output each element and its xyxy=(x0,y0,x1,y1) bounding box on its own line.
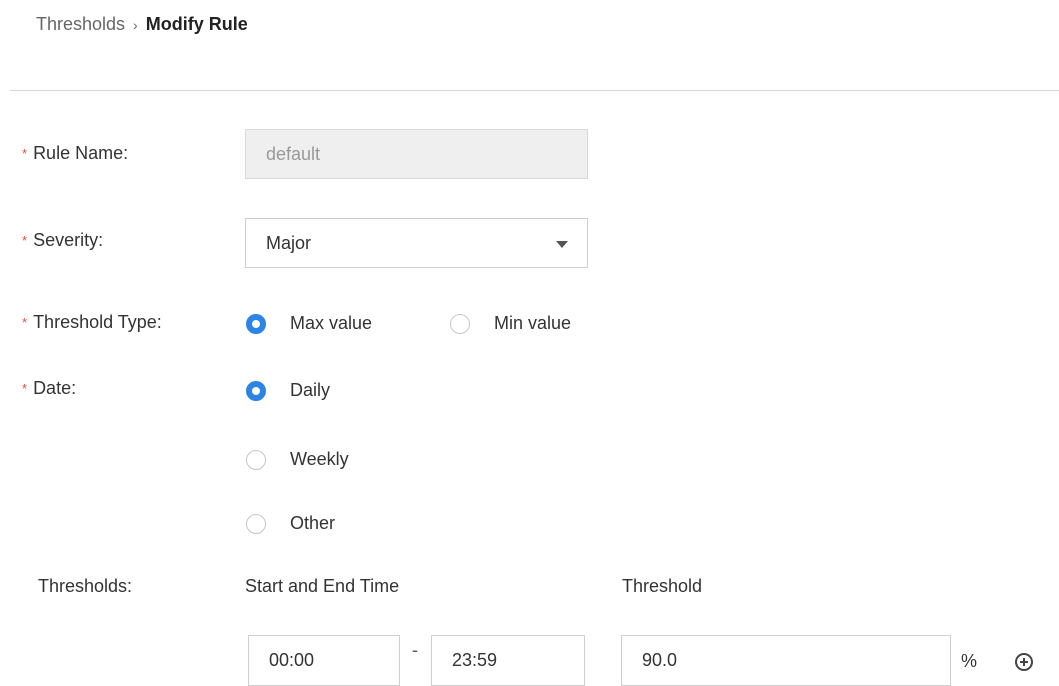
threshold-type-min-radio[interactable]: Min value xyxy=(450,313,571,334)
date-label-text: Date: xyxy=(33,378,77,398)
threshold-type-label: * Threshold Type: xyxy=(22,312,162,333)
rule-name-input: default xyxy=(245,129,588,179)
threshold-unit: % xyxy=(961,651,978,671)
breadcrumb: Thresholds › Modify Rule xyxy=(36,14,248,35)
breadcrumb-thresholds-link[interactable]: Thresholds xyxy=(36,14,125,35)
chevron-down-icon[interactable] xyxy=(556,241,568,248)
required-marker: * xyxy=(22,381,28,396)
start-end-time-header: Start and End Time xyxy=(245,576,400,596)
radio-unchecked-icon[interactable] xyxy=(450,313,470,334)
date-weekly-radio[interactable]: Weekly xyxy=(246,449,349,470)
severity-label-text: Severity: xyxy=(33,230,104,250)
time-range-separator: - xyxy=(412,640,418,660)
severity-selected-value: Major xyxy=(266,232,312,253)
radio-unchecked-icon[interactable] xyxy=(246,513,266,534)
threshold-type-min-label: Min value xyxy=(494,313,572,333)
breadcrumb-separator-icon: › xyxy=(133,16,138,33)
rule-name-label-text: Rule Name: xyxy=(33,143,129,163)
thresholds-label: Thresholds: xyxy=(38,576,133,596)
threshold-type-max-radio[interactable]: Max value xyxy=(246,313,372,334)
radio-unchecked-icon[interactable] xyxy=(246,449,266,470)
required-marker: * xyxy=(22,315,28,330)
threshold-type-label-text: Threshold Type: xyxy=(33,312,162,332)
date-daily-radio[interactable]: Daily xyxy=(246,380,330,401)
date-label: * Date: xyxy=(22,378,76,399)
threshold-header: Threshold xyxy=(622,576,703,596)
radio-checked-icon[interactable] xyxy=(246,313,266,334)
rule-name-label: * Rule Name: xyxy=(22,143,128,164)
rule-name-value: default xyxy=(266,143,321,164)
radio-checked-icon[interactable] xyxy=(246,380,266,401)
threshold-type-max-label: Max value xyxy=(290,313,373,333)
date-other-label: Other xyxy=(290,513,336,533)
required-marker: * xyxy=(22,146,28,161)
add-circle-icon[interactable] xyxy=(1015,653,1033,671)
severity-select[interactable]: Major xyxy=(245,218,588,268)
header-divider xyxy=(10,90,1059,91)
page-title: Modify Rule xyxy=(145,14,248,34)
end-time-input[interactable]: 23:59 xyxy=(431,635,585,686)
date-weekly-label: Weekly xyxy=(290,449,349,469)
threshold-value: 90.0 xyxy=(642,650,678,670)
required-marker: * xyxy=(22,233,28,248)
severity-label: * Severity: xyxy=(22,230,103,251)
start-time-input[interactable]: 00:00 xyxy=(248,635,400,686)
date-other-radio[interactable]: Other xyxy=(246,513,335,534)
threshold-value-input[interactable]: 90.0 xyxy=(621,635,951,686)
date-daily-label: Daily xyxy=(290,380,331,400)
start-time-value: 00:00 xyxy=(269,650,315,670)
end-time-value: 23:59 xyxy=(452,650,498,670)
